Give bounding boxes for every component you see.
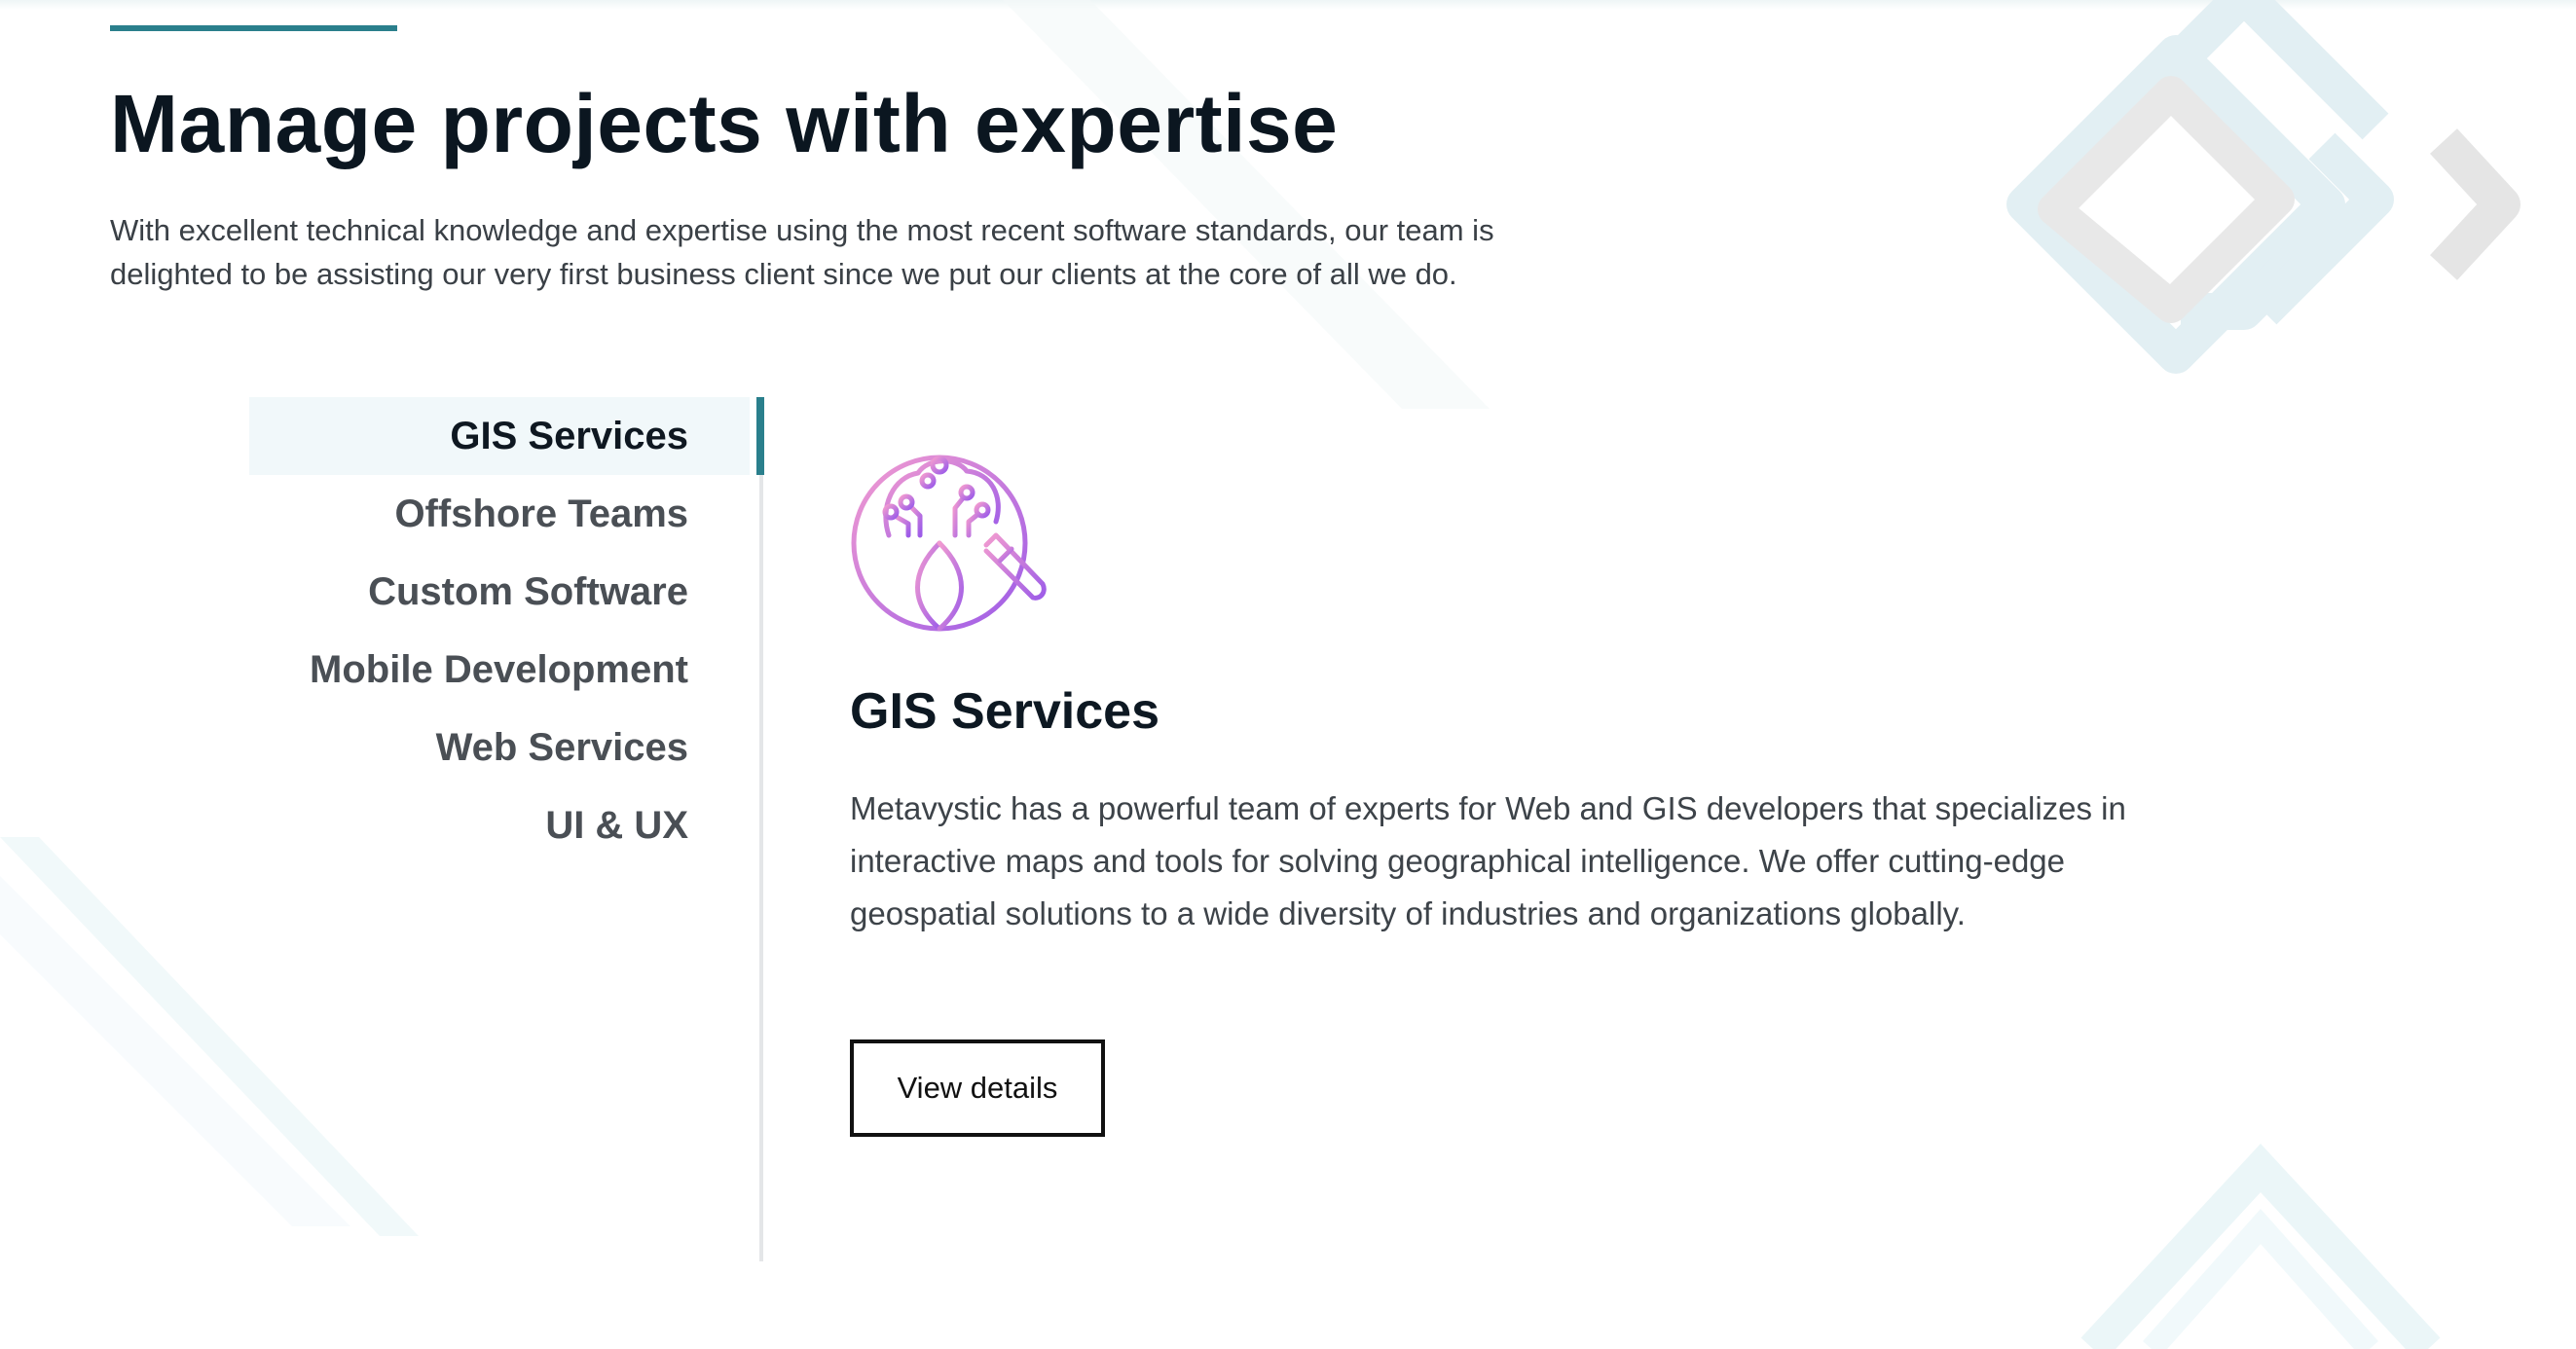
tab-web-services[interactable]: Web Services xyxy=(249,709,750,786)
intro-paragraph: With excellent technical knowledge and e… xyxy=(110,213,1494,291)
tab-label: Offshore Teams xyxy=(394,492,688,535)
tab-label: GIS Services xyxy=(450,415,688,457)
page-title: Manage projects with expertise xyxy=(110,78,1339,169)
tab-label: Custom Software xyxy=(368,570,688,613)
tab-ui-ux[interactable]: UI & UX xyxy=(249,786,750,864)
services-tab-list: GIS Services Offshore Teams Custom Softw… xyxy=(249,397,765,1261)
tab-rail-divider xyxy=(759,397,763,1261)
watermark-chevron-icon xyxy=(2080,1143,2441,1349)
tab-offshore-teams[interactable]: Offshore Teams xyxy=(249,475,750,553)
tab-mobile-development[interactable]: Mobile Development xyxy=(249,631,750,709)
service-title: GIS Services xyxy=(850,683,1159,740)
active-tab-indicator xyxy=(756,397,764,475)
tab-gis-services[interactable]: GIS Services xyxy=(249,397,750,475)
top-fade-band xyxy=(0,0,2576,10)
section-accent-line xyxy=(110,25,397,31)
tab-label: UI & UX xyxy=(545,804,688,847)
tab-custom-software[interactable]: Custom Software xyxy=(249,553,750,631)
service-description: Metavystic has a powerful team of expert… xyxy=(850,790,2126,931)
globe-circuit-magnifier-icon xyxy=(851,455,1047,632)
tab-label: Web Services xyxy=(435,726,688,769)
view-details-button[interactable]: View details xyxy=(850,1039,1105,1137)
watermark-logo-icon xyxy=(2006,0,2521,374)
tab-label: Mobile Development xyxy=(310,648,688,691)
